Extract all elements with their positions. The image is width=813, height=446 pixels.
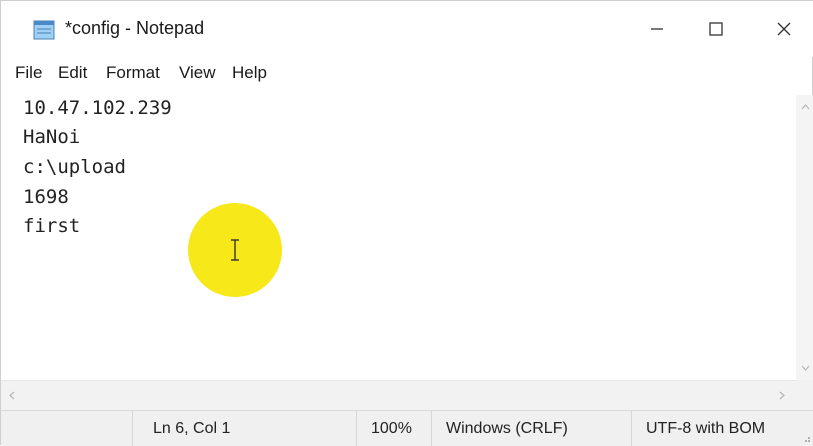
scroll-left-icon[interactable] — [9, 391, 15, 400]
maximize-icon — [709, 22, 723, 36]
close-button[interactable] — [754, 9, 813, 49]
menu-edit[interactable]: Edit — [58, 63, 87, 83]
resize-grip-icon[interactable] — [801, 433, 811, 443]
status-line-ending: Windows (CRLF) — [431, 411, 631, 446]
text-editor[interactable] — [1, 95, 796, 380]
notepad-window: *config - Notepad File Edit Format View … — [0, 0, 813, 446]
horizontal-scrollbar[interactable] — [1, 380, 796, 410]
window-title: *config - Notepad — [65, 18, 205, 38]
maximize-button[interactable] — [686, 9, 746, 49]
status-bar: Ln 6, Col 1 100% Windows (CRLF) UTF-8 wi… — [1, 410, 813, 446]
editor-line: HaNoi — [23, 126, 81, 148]
close-icon — [777, 22, 791, 36]
scroll-up-icon[interactable] — [801, 104, 810, 110]
minimize-icon — [651, 28, 663, 30]
menu-help[interactable]: Help — [232, 63, 267, 83]
menu-format[interactable]: Format — [106, 63, 160, 83]
scroll-down-icon[interactable] — [801, 365, 810, 371]
vertical-scrollbar[interactable] — [796, 95, 813, 380]
editor-line: c:\upload — [23, 156, 126, 178]
status-encoding: UTF-8 with BOM — [631, 411, 796, 446]
scrollbar-corner — [796, 380, 813, 410]
status-cursor-position: Ln 6, Col 1 — [132, 411, 356, 446]
editor-line: first — [23, 215, 81, 237]
title-bar[interactable]: *config - Notepad — [1, 1, 813, 57]
editor-line: 10.47.102.239 — [23, 97, 172, 119]
menu-file[interactable]: File — [15, 63, 42, 83]
scroll-right-icon[interactable] — [779, 391, 785, 400]
editor-line: 1698 — [23, 186, 69, 208]
menu-view[interactable]: View — [179, 63, 216, 83]
status-zoom: 100% — [356, 411, 431, 446]
minimize-button[interactable] — [627, 9, 687, 49]
notepad-icon — [33, 20, 55, 40]
i-beam-cursor-icon — [231, 239, 239, 261]
